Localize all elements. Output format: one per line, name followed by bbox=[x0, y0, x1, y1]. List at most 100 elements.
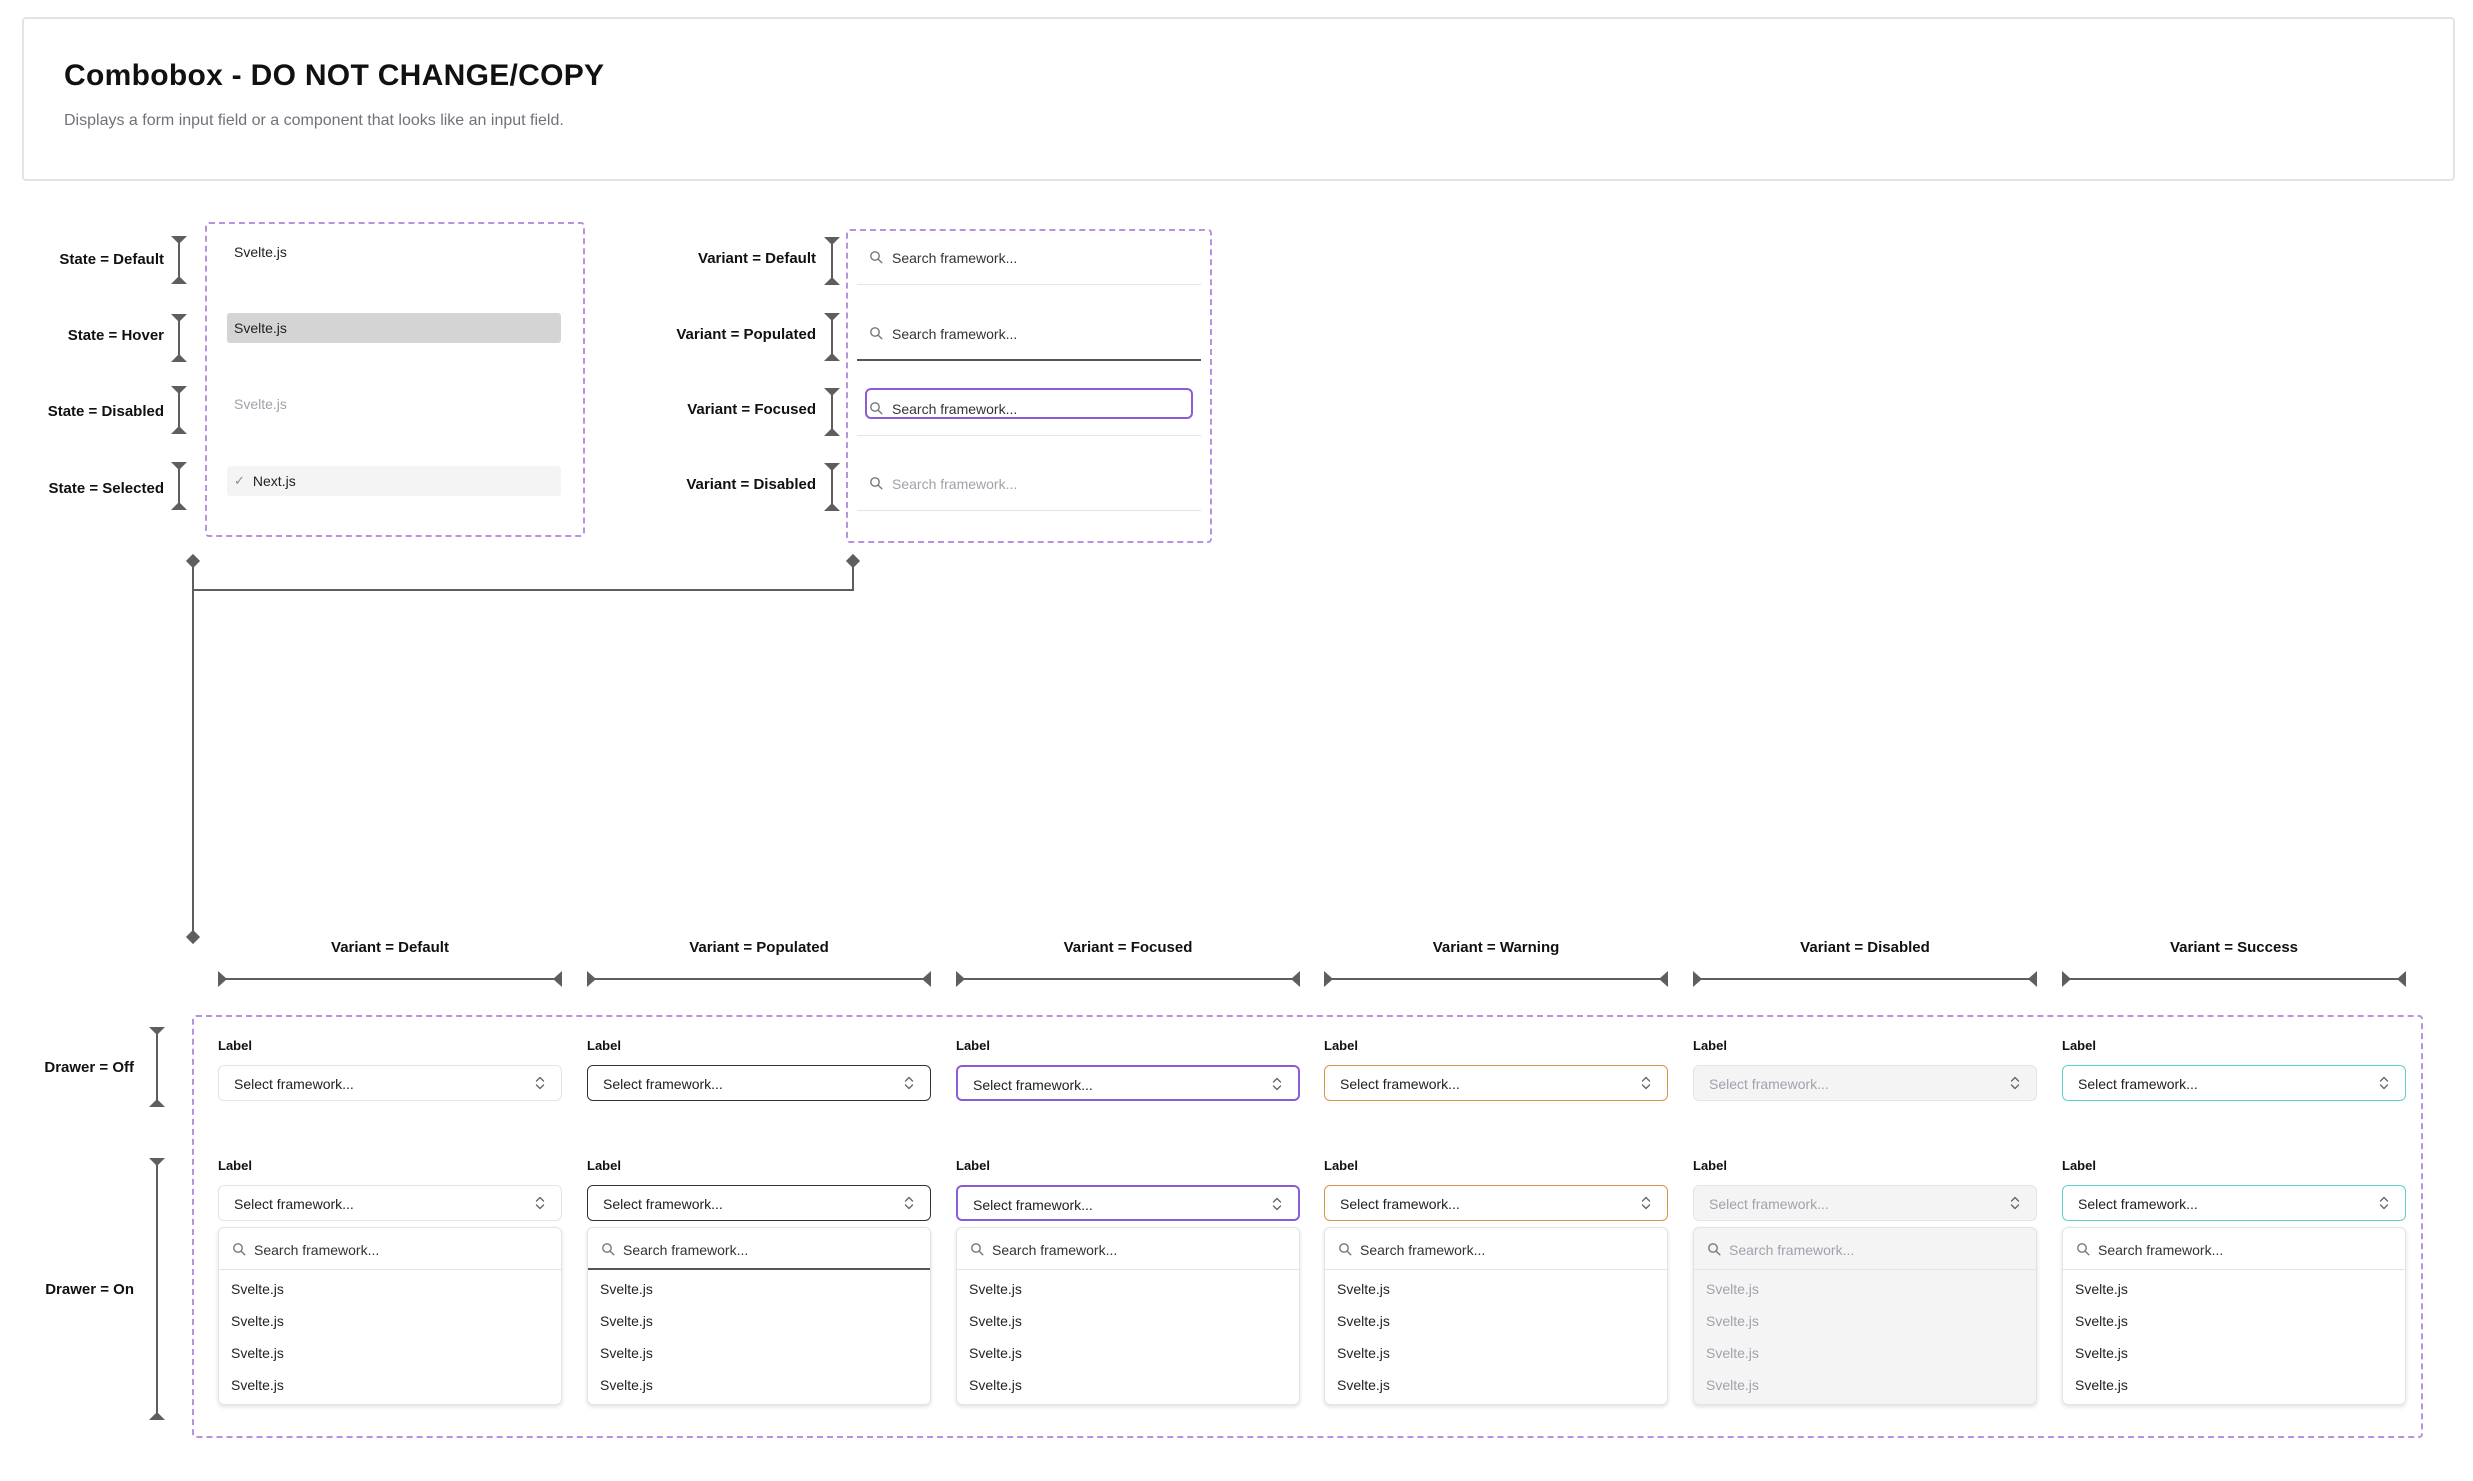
combobox-select-open-success[interactable]: Select framework... bbox=[2062, 1185, 2406, 1221]
drawer-option[interactable]: Svelte.js bbox=[969, 1281, 1022, 1297]
page-title: Combobox - DO NOT CHANGE/COPY bbox=[64, 59, 605, 92]
drawer-option[interactable]: Svelte.js bbox=[969, 1377, 1022, 1393]
search-icon bbox=[970, 1242, 984, 1256]
item-states-frame bbox=[205, 222, 585, 537]
combobox-select-open-populated[interactable]: Select framework... bbox=[587, 1185, 931, 1221]
field-label: Label bbox=[2062, 1038, 2096, 1053]
drawer-option[interactable]: Svelte.js bbox=[1337, 1345, 1390, 1361]
search-variant-marker bbox=[824, 313, 840, 361]
item-state-marker bbox=[171, 462, 187, 510]
drawer-option: Svelte.js bbox=[1706, 1345, 1759, 1361]
field-label: Label bbox=[2062, 1158, 2096, 1173]
drawer-option[interactable]: Svelte.js bbox=[600, 1345, 653, 1361]
drawer-option[interactable]: Svelte.js bbox=[231, 1313, 284, 1329]
chevrons-up-down-icon bbox=[1271, 1076, 1283, 1092]
select-placeholder: Select framework... bbox=[1709, 1076, 1829, 1092]
drawer-option: Svelte.js bbox=[1706, 1281, 1759, 1297]
drawer-option[interactable]: Svelte.js bbox=[2075, 1345, 2128, 1361]
drawer-option[interactable]: Svelte.js bbox=[2075, 1313, 2128, 1329]
column-header-focused: Variant = Focused bbox=[1063, 939, 1193, 956]
drawer-option[interactable]: Svelte.js bbox=[600, 1281, 653, 1297]
drawer-search-input[interactable]: Search framework... bbox=[588, 1228, 930, 1270]
search-icon bbox=[601, 1242, 615, 1256]
select-placeholder: Select framework... bbox=[234, 1076, 354, 1092]
chevrons-up-down-icon bbox=[2378, 1075, 2390, 1091]
search-variant-label: Variant = Populated bbox=[676, 326, 816, 343]
chevrons-up-down-icon bbox=[1640, 1195, 1652, 1211]
combobox-select-open-focused[interactable]: Select framework... bbox=[956, 1185, 1300, 1221]
combobox-drawer: Search framework... Svelte.js Svelte.js Sve… bbox=[218, 1227, 562, 1405]
search-variant-marker bbox=[824, 463, 840, 511]
combobox-select-disabled: Select framework... bbox=[1693, 1065, 2037, 1101]
search-placeholder: Search framework... bbox=[992, 1242, 1118, 1258]
drawer-search-input[interactable]: Search framework... bbox=[2063, 1228, 2405, 1270]
drawer-search-input[interactable]: Search framework... bbox=[957, 1228, 1299, 1270]
field-label: Label bbox=[956, 1158, 990, 1173]
column-header-warning: Variant = Warning bbox=[1432, 939, 1560, 956]
search-icon bbox=[232, 1242, 246, 1256]
chevrons-up-down-icon bbox=[2009, 1075, 2021, 1091]
drawer-off-label: Drawer = Off bbox=[44, 1059, 134, 1076]
combobox-select-open-disabled: Select framework... bbox=[1693, 1185, 2037, 1221]
column-marker bbox=[587, 971, 931, 987]
item-state-label: State = Hover bbox=[67, 327, 164, 344]
search-placeholder: Search framework... bbox=[1729, 1242, 1855, 1258]
drawer-option[interactable]: Svelte.js bbox=[2075, 1281, 2128, 1297]
drawer-on-marker bbox=[149, 1158, 165, 1420]
select-placeholder: Select framework... bbox=[1709, 1196, 1829, 1212]
drawer-option[interactable]: Svelte.js bbox=[231, 1281, 284, 1297]
search-variant-label: Variant = Default bbox=[698, 250, 816, 267]
search-icon bbox=[2076, 1242, 2090, 1256]
drawer-option[interactable]: Svelte.js bbox=[1337, 1313, 1390, 1329]
search-variant-label: Variant = Focused bbox=[687, 401, 816, 418]
drawer-option[interactable]: Svelte.js bbox=[2075, 1377, 2128, 1393]
combobox-select-default[interactable]: Select framework... bbox=[218, 1065, 562, 1101]
combobox-select-populated[interactable]: Select framework... bbox=[587, 1065, 931, 1101]
combobox-select-success[interactable]: Select framework... bbox=[2062, 1065, 2406, 1101]
item-state-label: State = Selected bbox=[48, 480, 164, 497]
search-variants-frame bbox=[846, 229, 1212, 543]
header-card: Combobox - DO NOT CHANGE/COPY Displays a… bbox=[22, 17, 2455, 181]
chevrons-up-down-icon bbox=[1271, 1196, 1283, 1212]
combobox-drawer: Search framework... Svelte.js Svelte.js Sve… bbox=[587, 1227, 931, 1405]
search-icon bbox=[1707, 1242, 1721, 1256]
chevrons-up-down-icon bbox=[903, 1195, 915, 1211]
select-placeholder: Select framework... bbox=[973, 1077, 1093, 1093]
drawer-option[interactable]: Svelte.js bbox=[1337, 1281, 1390, 1297]
item-state-label: State = Default bbox=[59, 251, 164, 268]
drawer-search-input: Search framework... bbox=[1694, 1228, 2036, 1270]
select-placeholder: Select framework... bbox=[2078, 1196, 2198, 1212]
drawer-option[interactable]: Svelte.js bbox=[231, 1377, 284, 1393]
combobox-select-focused[interactable]: Select framework... bbox=[956, 1065, 1300, 1101]
combobox-drawer: Search framework... Svelte.js Svelte.js Sve… bbox=[1693, 1227, 2037, 1405]
chevrons-up-down-icon bbox=[534, 1075, 546, 1091]
combobox-select-open-default[interactable]: Select framework... bbox=[218, 1185, 562, 1221]
chevrons-up-down-icon bbox=[1640, 1075, 1652, 1091]
drawer-option[interactable]: Svelte.js bbox=[1337, 1377, 1390, 1393]
chevrons-up-down-icon bbox=[534, 1195, 546, 1211]
drawer-option[interactable]: Svelte.js bbox=[231, 1345, 284, 1361]
select-placeholder: Select framework... bbox=[1340, 1196, 1460, 1212]
combobox-drawer: Search framework... Svelte.js Svelte.js Sve… bbox=[956, 1227, 1300, 1405]
chevrons-up-down-icon bbox=[903, 1075, 915, 1091]
combobox-drawer: Search framework... Svelte.js Svelte.js Sve… bbox=[2062, 1227, 2406, 1405]
drawer-option: Svelte.js bbox=[1706, 1313, 1759, 1329]
drawer-option[interactable]: Svelte.js bbox=[600, 1377, 653, 1393]
drawer-search-input[interactable]: Search framework... bbox=[219, 1228, 561, 1270]
field-label: Label bbox=[218, 1038, 252, 1053]
field-label: Label bbox=[1693, 1038, 1727, 1053]
select-placeholder: Select framework... bbox=[1340, 1076, 1460, 1092]
column-marker bbox=[218, 971, 562, 987]
combobox-select-open-warning[interactable]: Select framework... bbox=[1324, 1185, 1668, 1221]
drawer-option[interactable]: Svelte.js bbox=[969, 1313, 1022, 1329]
combobox-select-warning[interactable]: Select framework... bbox=[1324, 1065, 1668, 1101]
column-header-disabled: Variant = Disabled bbox=[1800, 939, 1930, 956]
select-placeholder: Select framework... bbox=[603, 1076, 723, 1092]
column-header-default: Variant = Default bbox=[331, 939, 449, 956]
field-label: Label bbox=[1324, 1158, 1358, 1173]
drawer-off-marker bbox=[149, 1027, 165, 1107]
drawer-option[interactable]: Svelte.js bbox=[600, 1313, 653, 1329]
drawer-search-input[interactable]: Search framework... bbox=[1325, 1228, 1667, 1270]
field-label: Label bbox=[587, 1158, 621, 1173]
drawer-option[interactable]: Svelte.js bbox=[969, 1345, 1022, 1361]
